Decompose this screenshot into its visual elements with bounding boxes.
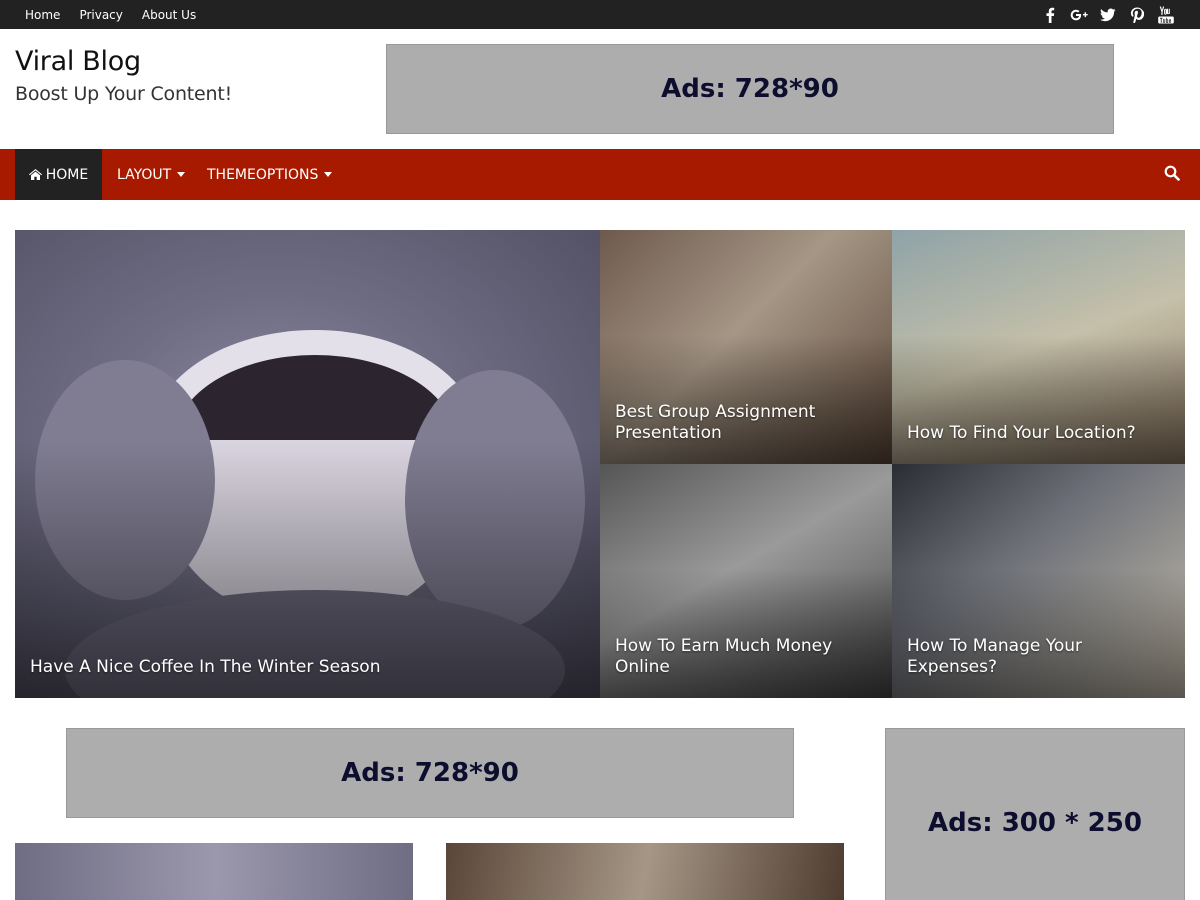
caret-down-icon — [324, 172, 333, 177]
featured-post-location[interactable]: How To Find Your Location? — [892, 230, 1185, 464]
nav-layout-label: LAYOUT — [117, 166, 172, 183]
sidebar-ad-banner[interactable]: Ads: 300 * 250 — [885, 728, 1185, 900]
nav-themeoptions[interactable]: THEMEOPTIONS — [207, 149, 333, 200]
pinterest-icon[interactable] — [1128, 6, 1146, 24]
caret-down-icon — [177, 172, 186, 177]
header-ad-banner[interactable]: Ads: 728*90 — [386, 44, 1114, 134]
main-navigation: HOME LAYOUT THEMEOPTIONS — [0, 149, 1200, 200]
twitter-icon[interactable] — [1099, 6, 1117, 24]
youtube-icon[interactable] — [1157, 6, 1175, 24]
featured-post-title[interactable]: How To Find Your Location? — [907, 423, 1175, 444]
top-link-about-us[interactable]: About Us — [142, 8, 196, 22]
top-link-home[interactable]: Home — [25, 8, 60, 22]
featured-post-expenses[interactable]: How To Manage Your Expenses? — [892, 464, 1185, 698]
caption-shade — [600, 569, 892, 698]
nav-themeoptions-label: THEMEOPTIONS — [207, 166, 319, 183]
google-plus-icon[interactable] — [1070, 6, 1088, 24]
caption-shade — [892, 569, 1185, 698]
featured-post-title[interactable]: Best Group Assignment Presentation — [615, 402, 882, 444]
post-thumbnail[interactable] — [446, 843, 844, 900]
content-ad-banner[interactable]: Ads: 728*90 — [66, 728, 794, 818]
home-icon — [28, 169, 42, 180]
nav-home[interactable]: HOME — [15, 149, 102, 200]
post-thumbnail[interactable] — [15, 843, 413, 900]
top-bar: Home Privacy About Us — [0, 0, 1200, 29]
sidebar-ad-label: Ads: 300 * 250 — [928, 808, 1142, 838]
header-ad-label: Ads: 728*90 — [661, 74, 839, 104]
top-links: Home Privacy About Us — [25, 0, 215, 29]
featured-post-earn-money[interactable]: How To Earn Much Money Online — [600, 464, 892, 698]
top-link-privacy[interactable]: Privacy — [79, 8, 122, 22]
caption-shade — [600, 335, 892, 464]
featured-post-group-assignment[interactable]: Best Group Assignment Presentation — [600, 230, 892, 464]
caption-shade — [892, 335, 1185, 464]
site-tagline: Boost Up Your Content! — [15, 83, 233, 105]
featured-post-title[interactable]: How To Manage Your Expenses? — [907, 636, 1175, 678]
featured-post-title[interactable]: How To Earn Much Money Online — [615, 636, 882, 678]
featured-post-coffee[interactable]: Have A Nice Coffee In The Winter Season — [15, 230, 600, 698]
featured-post-title[interactable]: Have A Nice Coffee In The Winter Season — [30, 657, 590, 678]
facebook-icon[interactable] — [1041, 6, 1059, 24]
nav-home-label: HOME — [45, 166, 89, 183]
nav-layout[interactable]: LAYOUT — [117, 149, 186, 200]
social-links — [1030, 0, 1175, 29]
search-icon[interactable] — [1164, 165, 1182, 183]
site-title[interactable]: Viral Blog — [15, 46, 141, 77]
content-ad-label: Ads: 728*90 — [341, 758, 519, 788]
